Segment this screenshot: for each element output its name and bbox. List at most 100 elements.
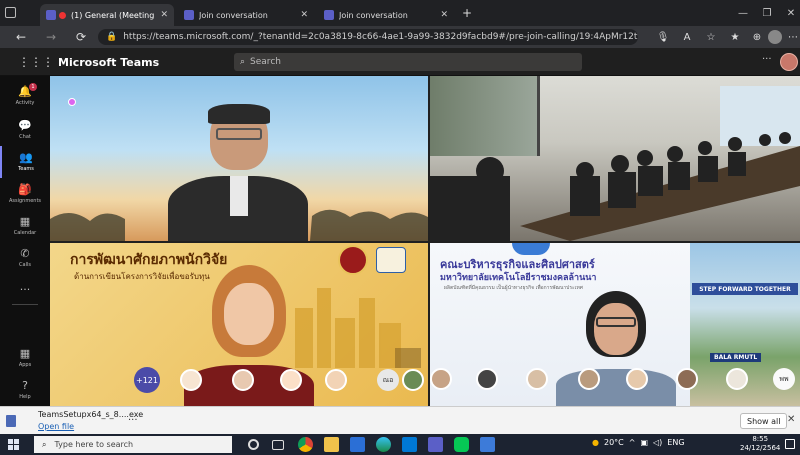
- participant-avatar[interactable]: [232, 369, 254, 391]
- url-field[interactable]: 🔒 https://teams.microsoft.com/_?tenantId…: [98, 29, 638, 45]
- rail-label: Activity: [15, 100, 35, 106]
- favorites-list-icon[interactable]: ★: [728, 30, 742, 44]
- network-icon[interactable]: ▣: [640, 438, 648, 447]
- participant-initials-avatar[interactable]: พพ: [773, 368, 795, 390]
- browser-menu-icon[interactable]: [5, 7, 16, 18]
- forward-icon[interactable]: →: [40, 26, 62, 48]
- participant-count-badge[interactable]: +121: [134, 367, 160, 393]
- task-view-icon[interactable]: [272, 440, 284, 450]
- participant-initials-avatar[interactable]: ณอ: [377, 369, 399, 391]
- participant-avatar[interactable]: [526, 368, 548, 390]
- slide-subtitle: ด้านการเขียนโครงการวิจัยเพื่อขอรับทุน: [74, 272, 210, 281]
- faculty-logo: [512, 243, 550, 255]
- browser-tab-1[interactable]: (1) General (Meeting) | Mic ✕: [40, 4, 174, 26]
- campus-sign: BALA RMUTL: [710, 353, 762, 362]
- participant-avatar[interactable]: [676, 368, 698, 390]
- user-avatar[interactable]: [780, 53, 798, 71]
- file-explorer-icon[interactable]: [324, 437, 339, 452]
- faculty-tagline: ผลิตบัณฑิตที่มีคุณธรรม เป็นผู้นำทางธุรกิ…: [444, 285, 583, 291]
- read-aloud-icon[interactable]: A: [680, 30, 694, 44]
- close-window-icon[interactable]: ✕: [776, 0, 800, 26]
- phone-icon: ✆: [20, 247, 30, 260]
- calendar-icon: ▦: [19, 215, 31, 228]
- rail-label: Apps: [18, 362, 32, 368]
- tray-overflow-icon[interactable]: ^: [629, 438, 636, 447]
- new-tab-button[interactable]: +: [462, 6, 472, 20]
- tab-close-icon[interactable]: ✕: [300, 10, 308, 20]
- taskbar-clock[interactable]: 8:55 24/12/2564: [740, 435, 780, 453]
- store-icon[interactable]: [402, 437, 417, 452]
- rail-item-help[interactable]: ? Help: [0, 374, 50, 406]
- app-launcher-icon[interactable]: ⋮⋮⋮: [18, 55, 54, 69]
- participant-avatar[interactable]: [726, 368, 748, 390]
- rail-label: Calendar: [13, 230, 37, 236]
- collections-icon[interactable]: ⊕: [750, 30, 764, 44]
- recording-dot-icon: [59, 11, 66, 19]
- weather-temp[interactable]: 20°C: [604, 438, 624, 447]
- teams-favicon-icon: [46, 10, 56, 20]
- video-tile-presenter[interactable]: [50, 76, 428, 241]
- line-icon[interactable]: [454, 437, 469, 452]
- participant-avatar[interactable]: [325, 369, 347, 391]
- browser-tab-3[interactable]: Join conversation ✕: [318, 4, 454, 26]
- participant-avatar[interactable]: [280, 369, 302, 391]
- apps-icon: ▦: [19, 347, 31, 360]
- volume-icon[interactable]: ◁): [653, 438, 662, 447]
- video-tile-faculty-slide[interactable]: คณะบริหารธุรกิจและศิลปศาสตร์ มหาวิทยาลัย…: [430, 243, 800, 406]
- browser-more-icon[interactable]: ⋯: [786, 30, 800, 44]
- clock-date: 24/12/2564: [740, 444, 781, 452]
- favorite-icon[interactable]: ☆: [704, 30, 718, 44]
- rail-item-more[interactable]: ···: [0, 274, 50, 306]
- taskbar-search-input[interactable]: ⌕ Type here to search: [34, 436, 232, 453]
- tab-close-icon[interactable]: ✕: [440, 10, 448, 20]
- browser-tab-2[interactable]: Join conversation ✕: [178, 4, 314, 26]
- profile-icon[interactable]: [768, 30, 782, 44]
- edge-icon[interactable]: [376, 437, 391, 452]
- start-icon[interactable]: [8, 439, 19, 450]
- notification-icon[interactable]: [785, 439, 795, 449]
- city-illustration: [295, 288, 421, 368]
- close-download-bar-icon[interactable]: ✕: [787, 414, 795, 425]
- teams-taskbar-icon[interactable]: [428, 437, 443, 452]
- participant-avatar[interactable]: [626, 368, 648, 390]
- participant-avatar[interactable]: [402, 369, 424, 391]
- rail-item-activity[interactable]: 🔔 1 Activity: [0, 80, 50, 112]
- mail-icon[interactable]: [350, 437, 365, 452]
- rail-item-chat[interactable]: 💬 Chat: [0, 114, 50, 146]
- rail-item-teams[interactable]: 👥 Teams: [0, 146, 50, 178]
- search-input[interactable]: ⌕ Search: [234, 53, 582, 71]
- rail-item-calls[interactable]: ✆ Calls: [0, 242, 50, 274]
- participant-avatar[interactable]: [430, 368, 452, 390]
- teams-header: ⋮⋮⋮ Microsoft Teams ⌕ Search ···: [0, 48, 800, 76]
- taskbar-search-placeholder: Type here to search: [54, 440, 134, 449]
- participant-avatar[interactable]: [180, 369, 202, 391]
- participant-avatar[interactable]: [476, 368, 498, 390]
- open-file-link[interactable]: Open file: [38, 422, 74, 431]
- rail-item-assignments[interactable]: 🎒 Assignments: [0, 178, 50, 210]
- rail-divider: [12, 304, 38, 305]
- app-title: Microsoft Teams: [58, 56, 160, 69]
- fund-logo: [376, 247, 406, 273]
- university-seal-logo: [338, 245, 368, 275]
- clock-time: 8:55: [752, 435, 769, 443]
- download-more-icon[interactable]: ···: [128, 415, 138, 426]
- video-tile-classroom[interactable]: [430, 76, 800, 241]
- more-icon: ···: [19, 283, 31, 296]
- mic-permission-icon[interactable]: 🎙: [656, 30, 670, 44]
- refresh-icon[interactable]: ⟳: [70, 26, 92, 48]
- photos-icon[interactable]: [480, 437, 495, 452]
- participant-avatar[interactable]: [578, 368, 600, 390]
- rail-item-calendar[interactable]: ▦ Calendar: [0, 210, 50, 242]
- back-icon[interactable]: ←: [10, 26, 32, 48]
- rail-item-apps[interactable]: ▦ Apps: [0, 342, 50, 374]
- video-tile-research-slide[interactable]: การพัฒนาศักยภาพนักวิจัย ด้านการเขียนโครง…: [50, 243, 428, 406]
- chrome-icon[interactable]: [298, 437, 313, 452]
- search-icon: ⌕: [42, 439, 47, 449]
- campus-banner: STEP FORWARD TOGETHER: [692, 283, 798, 295]
- settings-more-icon[interactable]: ···: [762, 54, 772, 65]
- language-indicator[interactable]: ENG: [667, 438, 684, 447]
- teams-icon: 👥: [19, 151, 33, 164]
- tab-close-icon[interactable]: ✕: [160, 10, 168, 20]
- cortana-icon[interactable]: [248, 439, 259, 450]
- show-all-button[interactable]: Show all: [740, 413, 788, 429]
